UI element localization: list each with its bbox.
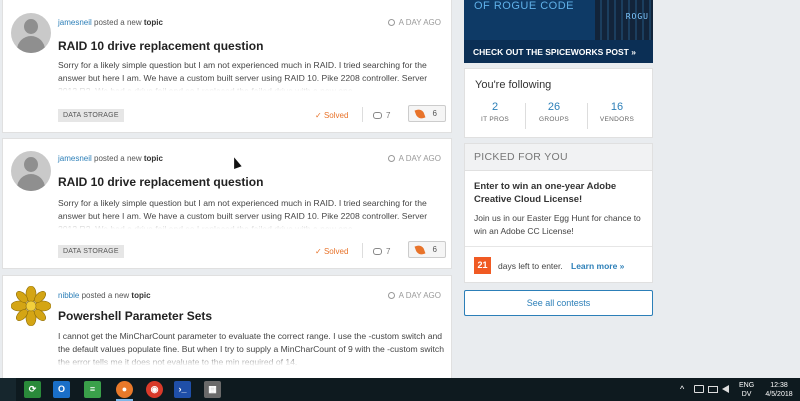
reply-count[interactable]: 7 [373,247,390,256]
following-title: You're following [475,79,552,91]
app-icon[interactable]: ⟳ [24,381,41,398]
post-meta: nibble posted a new topic [58,291,151,300]
post-excerpt: Sorry for a likely simple question but I… [58,59,444,91]
topic-tag[interactable]: DATA STORAGE [58,109,124,122]
divider [525,103,526,129]
post-excerpt: Sorry for a likely simple question but I… [58,197,444,229]
checkmark-icon: ✓ [315,111,324,120]
promo-headline: OF ROGUE CODE [474,0,575,12]
picked-for-you-panel: PICKED FOR YOU Enter to win an one-year … [464,143,653,283]
post-time: A DAY AGO [387,154,441,163]
post-meta: jamesneil posted a new topic [58,18,163,27]
topic-tag[interactable]: DATA STORAGE [58,245,124,258]
notepad-icon[interactable]: ≡ [84,381,101,398]
post-title[interactable]: RAID 10 drive replacement question [58,175,263,189]
days-left-badge: 21 [474,257,491,274]
clock-icon [387,19,395,26]
action-text: posted a new [94,154,142,163]
network-icon[interactable] [694,385,704,393]
username-link[interactable]: jamesneil [58,18,92,27]
pepper-icon [414,107,426,121]
reply-count[interactable]: 7 [373,111,390,120]
start-button[interactable] [0,378,16,401]
post-time: A DAY AGO [387,291,441,300]
firefox-icon[interactable]: ● [116,381,133,401]
divider [362,107,363,122]
pepper-icon [414,243,426,257]
volume-icon[interactable] [722,385,729,393]
divider [465,246,652,247]
following-panel: You're following 2 IT PROS 26 GROUPS 16 VEN… [464,68,653,138]
post-excerpt: I cannot get the MinCharCount parameter … [58,331,444,366]
checkmark-icon: ✓ [315,247,324,256]
solved-status: ✓ Solved [315,111,349,120]
feed-card[interactable]: nibble posted a new topic A DAY AGO Powe… [2,275,452,378]
battery-icon[interactable] [708,386,718,393]
stat-it-pros[interactable]: 2 IT PROS [470,101,520,123]
post-time: A DAY AGO [387,18,441,27]
language-indicator[interactable]: ENG DV [739,381,754,401]
activity-feed: jamesneil posted a new topic A DAY AGO R… [0,0,456,378]
learn-more-link[interactable]: Learn more » [571,261,624,271]
powershell-icon[interactable]: ›_ [174,381,191,398]
comment-icon [373,112,382,119]
contest-description: Join us in our Easter Egg Hunt for chanc… [474,213,641,236]
taskbar: ⟳ O ≡ ● ◉ ›_ ▦ ^ ENG DV 12:38 4/5/2018 [0,378,800,401]
post-title[interactable]: RAID 10 drive replacement question [58,39,263,53]
see-all-contests-button[interactable]: See all contests [464,290,653,316]
user-avatar[interactable] [11,13,51,53]
post-meta: jamesneil posted a new topic [58,154,163,163]
action-text: posted a new [94,18,142,27]
comment-icon [373,248,382,255]
stat-vendors[interactable]: 16 VENDORS [592,101,642,123]
gift-bow-icon [11,286,51,326]
post-kind: topic [131,291,151,300]
divider [362,243,363,258]
feed-card[interactable]: jamesneil posted a new topic A DAY AGO R… [2,138,452,269]
post-title[interactable]: Powershell Parameter Sets [58,309,212,323]
contest-title[interactable]: Enter to win an one-year Adobe Creative … [474,180,644,206]
stat-groups[interactable]: 26 GROUPS [529,101,579,123]
divider [587,103,588,129]
username-link[interactable]: nibble [58,291,79,300]
solved-status: ✓ Solved [315,247,349,256]
system-clock[interactable]: 12:38 4/5/2018 [762,381,796,401]
action-text: posted a new [81,291,130,300]
post-kind: topic [143,154,163,163]
clock-icon [387,292,395,299]
panel-header: PICKED FOR YOU [465,144,652,171]
pepper-button[interactable]: 6 [408,241,446,258]
post-kind: topic [143,18,163,27]
chrome-icon[interactable]: ◉ [146,381,163,398]
username-link[interactable]: jamesneil [58,154,92,163]
chevron-up-icon[interactable]: ^ [680,384,684,401]
app-icon[interactable]: ▦ [204,381,221,398]
promo-banner[interactable]: OF ROGUE CODE ROGU CHECK OUT THE SPICEWO… [464,0,653,63]
outlook-icon[interactable]: O [53,381,70,398]
promo-cta-button[interactable]: CHECK OUT THE SPICEWORKS POST » [464,40,653,63]
user-avatar[interactable] [11,286,51,326]
user-avatar[interactable] [11,151,51,191]
clock-icon [387,155,395,162]
feed-card[interactable]: jamesneil posted a new topic A DAY AGO R… [2,0,452,133]
pepper-button[interactable]: 6 [408,105,446,122]
days-left-text: days left to enter. [498,261,563,271]
promo-image: ROGU [595,0,653,40]
